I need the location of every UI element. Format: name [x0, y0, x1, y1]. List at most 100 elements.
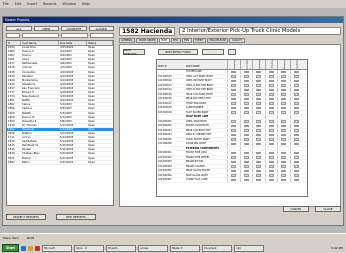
stage-checkbox[interactable] — [243, 165, 249, 168]
stage-checkbox[interactable] — [231, 88, 237, 91]
column-header[interactable]: Status — [87, 41, 113, 45]
stage-checkbox[interactable] — [281, 124, 287, 127]
stage-checkbox[interactable] — [231, 102, 237, 105]
stage-checkbox[interactable] — [281, 111, 287, 114]
stage-checkbox[interactable] — [256, 102, 262, 105]
bom-select-dropdown[interactable] — [202, 49, 224, 55]
stage-checkbox[interactable] — [231, 84, 237, 87]
stage-checkbox[interactable] — [243, 106, 249, 109]
stage-checkbox[interactable] — [281, 70, 287, 73]
stage-checkbox[interactable] — [281, 97, 287, 100]
stage-checkbox[interactable] — [268, 120, 274, 123]
tab-work-order[interactable]: WORK ORDER — [136, 38, 158, 43]
stage-checkbox[interactable] — [231, 133, 237, 136]
stage-checkbox[interactable] — [231, 160, 237, 163]
taskbar-task[interactable]: Inbox - O — [74, 244, 105, 252]
stage-checkbox[interactable] — [268, 75, 274, 78]
stage-checkbox[interactable] — [256, 133, 262, 136]
stage-checkbox[interactable] — [243, 93, 249, 96]
stage-checkbox[interactable] — [243, 156, 249, 159]
stage-checkbox[interactable] — [293, 88, 299, 91]
stage-checkbox[interactable] — [268, 138, 274, 141]
tab-complete[interactable]: COMPLETE — [61, 26, 87, 31]
stage-checkbox[interactable] — [293, 174, 299, 177]
app-icon[interactable] — [35, 245, 41, 251]
stage-checkbox[interactable] — [268, 129, 274, 132]
stage-checkbox[interactable] — [256, 88, 262, 91]
stage-checkbox[interactable] — [268, 142, 274, 145]
stage-checkbox[interactable] — [256, 97, 262, 100]
tab-all[interactable]: ALL — [6, 26, 32, 31]
stage-checkbox[interactable] — [243, 88, 249, 91]
search-field-3[interactable] — [61, 33, 89, 38]
stage-checkbox[interactable] — [293, 178, 299, 181]
stage-checkbox[interactable] — [231, 142, 237, 145]
menu-item-window[interactable]: Window — [62, 2, 75, 6]
stage-checkbox[interactable] — [268, 79, 274, 82]
stage-checkbox[interactable] — [293, 133, 299, 136]
stage-checkbox[interactable] — [231, 111, 237, 114]
tab-general[interactable]: GENERAL — [119, 38, 136, 43]
stage-checkbox[interactable] — [243, 102, 249, 105]
stage-checkbox[interactable] — [256, 165, 262, 168]
taskbar-task[interactable]: Projects — [106, 244, 137, 252]
stage-checkbox[interactable] — [293, 106, 299, 109]
stage-checkbox[interactable] — [293, 102, 299, 105]
bom-reports-button[interactable]: BOM REPORTS — [123, 48, 145, 56]
stage-checkbox[interactable] — [243, 129, 249, 132]
button-close[interactable]: CLOSE — [315, 206, 341, 212]
tab-closed[interactable]: CLOSED — [88, 26, 114, 31]
stage-checkbox[interactable] — [256, 93, 262, 96]
stage-checkbox[interactable] — [243, 124, 249, 127]
stage-checkbox[interactable] — [243, 120, 249, 123]
stage-checkbox[interactable] — [243, 111, 249, 114]
stage-checkbox[interactable] — [281, 169, 287, 172]
stage-checkbox[interactable] — [268, 106, 274, 109]
stage-checkbox[interactable] — [268, 88, 274, 91]
start-button[interactable]: Start — [2, 244, 20, 252]
search-field-1[interactable] — [6, 33, 20, 38]
stage-checkbox[interactable] — [243, 142, 249, 145]
column-header[interactable]: # — [7, 41, 21, 45]
stage-checkbox[interactable] — [256, 178, 262, 181]
stage-checkbox[interactable] — [281, 79, 287, 82]
stage-checkbox[interactable] — [243, 160, 249, 163]
stage-checkbox[interactable] — [231, 97, 237, 100]
stage-checkbox[interactable] — [256, 156, 262, 159]
stage-checkbox[interactable] — [268, 84, 274, 87]
stage-checkbox[interactable] — [293, 156, 299, 159]
stage-checkbox[interactable] — [256, 174, 262, 177]
stage-checkbox[interactable] — [256, 75, 262, 78]
stage-checkbox[interactable] — [281, 151, 287, 154]
stage-checkbox[interactable] — [268, 178, 274, 181]
stage-checkbox[interactable] — [268, 151, 274, 154]
stage-checkbox[interactable] — [268, 165, 274, 168]
stage-checkbox[interactable] — [293, 70, 299, 73]
stage-checkbox[interactable] — [268, 133, 274, 136]
stage-checkbox[interactable] — [231, 120, 237, 123]
stage-checkbox[interactable] — [293, 120, 299, 123]
stage-checkbox[interactable] — [281, 84, 287, 87]
stage-checkbox[interactable] — [231, 174, 237, 177]
taskbar-task[interactable]: Document — [202, 244, 233, 252]
stage-checkbox[interactable] — [231, 151, 237, 154]
stage-checkbox[interactable] — [293, 160, 299, 163]
stage-checkbox[interactable] — [293, 129, 299, 132]
stage-checkbox[interactable] — [243, 151, 249, 154]
menu-item-records[interactable]: Records — [43, 2, 56, 6]
tab-eng-release[interactable]: ENG RELEASE — [206, 38, 229, 43]
stage-checkbox[interactable] — [281, 156, 287, 159]
taskbar-task[interactable]: Microsoft — [42, 244, 73, 252]
stage-checkbox[interactable] — [256, 124, 262, 127]
stage-checkbox[interactable] — [231, 106, 237, 109]
stage-checkbox[interactable] — [268, 97, 274, 100]
stage-checkbox[interactable] — [256, 138, 262, 141]
stage-checkbox[interactable] — [281, 88, 287, 91]
stage-checkbox[interactable] — [256, 70, 262, 73]
stage-checkbox[interactable] — [293, 142, 299, 145]
stage-checkbox[interactable] — [231, 129, 237, 132]
stage-checkbox[interactable] — [243, 70, 249, 73]
stage-checkbox[interactable] — [231, 79, 237, 82]
search-field-2[interactable] — [21, 33, 59, 38]
stage-checkbox[interactable] — [256, 151, 262, 154]
